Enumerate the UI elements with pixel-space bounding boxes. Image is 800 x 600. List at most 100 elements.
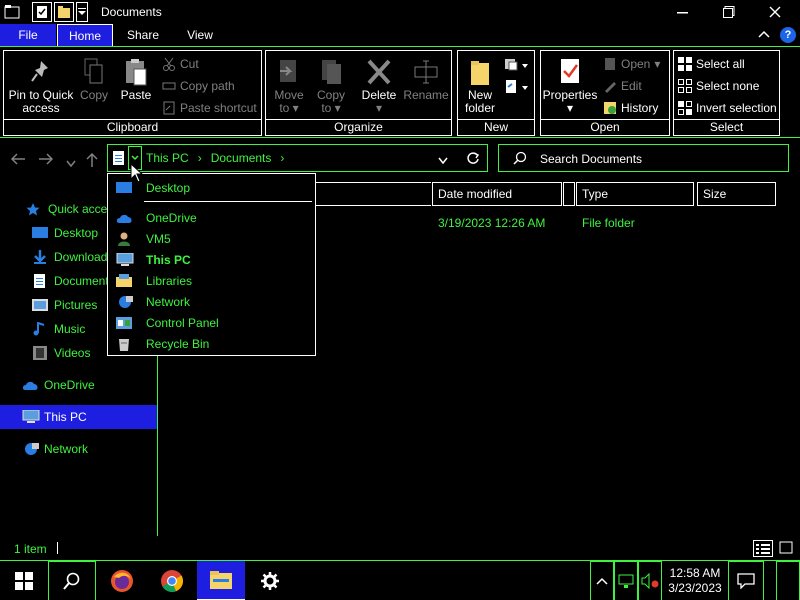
clock[interactable]: 12:58 AM 3/23/2023 [664, 561, 726, 600]
copy-path-button[interactable]: Copy path [162, 79, 235, 93]
copy-to-button[interactable]: Copy to ▾ [311, 57, 351, 115]
dropdown-item-network[interactable]: Network [108, 291, 315, 312]
help-icon[interactable]: ? [780, 27, 796, 43]
windows-logo-icon [15, 572, 33, 590]
paste-icon [123, 57, 149, 87]
customize-qat-icon[interactable] [76, 2, 88, 22]
column-resize-handle[interactable] [563, 182, 575, 206]
copy-button[interactable]: Copy [76, 57, 112, 102]
copy-path-icon [162, 79, 176, 93]
select-all-button[interactable]: Select all [678, 57, 745, 71]
address-dropdown-menu: Desktop OneDrive VM5 This PC Libraries N… [107, 173, 316, 356]
minimize-button[interactable] [660, 0, 706, 24]
paste-shortcut-button[interactable]: Paste shortcut [162, 101, 257, 115]
nav-network[interactable]: Network [0, 438, 157, 460]
search-taskbar-button[interactable] [48, 561, 96, 600]
show-desktop-button[interactable] [776, 561, 800, 600]
properties-dropdown-arrow: ▾ [566, 101, 574, 115]
dropdown-item-this-pc[interactable]: This PC [108, 249, 315, 270]
search-input[interactable]: Search Documents [498, 144, 789, 172]
open-group-label: Open [541, 119, 669, 135]
column-header-size[interactable]: Size [697, 182, 776, 206]
maximize-button[interactable] [706, 0, 752, 24]
pin-icon [28, 57, 54, 87]
recent-locations-icon[interactable] [66, 155, 76, 173]
column-header-date-modified[interactable]: Date modified [432, 182, 562, 206]
address-bar[interactable]: This PC › Documents › [107, 144, 488, 172]
pin-to-quick-access-button[interactable]: Pin to Quick access [6, 57, 76, 115]
history-button[interactable]: History [603, 101, 658, 115]
details-view-icon[interactable] [753, 540, 773, 557]
pictures-icon [32, 298, 48, 312]
dropdown-item-onedrive[interactable]: OneDrive [108, 207, 315, 228]
open-label: Open [621, 57, 651, 71]
rename-button[interactable]: Rename [401, 57, 451, 102]
copy-path-label: Copy path [180, 79, 235, 93]
tab-file[interactable]: File [0, 24, 56, 46]
chrome-taskbar-button[interactable] [148, 561, 196, 600]
paste-shortcut-icon [162, 101, 176, 115]
network-icon [116, 295, 133, 309]
search-icon [513, 151, 527, 168]
item-count: 1 item [14, 542, 47, 556]
open-button[interactable]: Open ▾ [603, 57, 660, 71]
status-divider [57, 542, 58, 554]
nav-onedrive[interactable]: OneDrive [0, 374, 157, 396]
organize-group: Move to ▾ Copy to ▾ Delete ▾ Rename Orga… [265, 50, 452, 136]
close-button[interactable] [752, 0, 798, 24]
select-none-button[interactable]: Select none [678, 79, 759, 93]
invert-selection-button[interactable]: Invert selection [678, 101, 777, 115]
location-icon[interactable] [112, 150, 126, 169]
easy-access-button[interactable] [504, 79, 530, 98]
copy-icon [81, 57, 107, 87]
select-none-label: Select none [696, 79, 760, 93]
new-item-button[interactable] [504, 57, 530, 76]
new-folder-quick-icon[interactable] [54, 2, 74, 22]
large-icons-view-icon[interactable] [777, 540, 797, 557]
delete-button[interactable]: Delete ▾ [357, 57, 401, 115]
dropdown-item-vm5[interactable]: VM5 [108, 228, 315, 249]
up-arrow-icon[interactable] [85, 152, 99, 173]
breadcrumb-separator[interactable]: › [280, 151, 284, 165]
action-center-button[interactable] [728, 561, 764, 600]
dropdown-item-recycle-bin[interactable]: Recycle Bin [108, 333, 315, 354]
tab-home[interactable]: Home [57, 24, 113, 46]
expand-ribbon-icon[interactable] [758, 29, 770, 44]
file-row[interactable]: 3/19/2023 12:26 AM File folder [316, 212, 776, 234]
nav-this-pc[interactable]: This PC [0, 405, 157, 429]
breadcrumb-this-pc[interactable]: This PC [146, 151, 189, 165]
refresh-icon[interactable] [466, 151, 480, 168]
address-history-chevron-icon[interactable] [438, 154, 448, 168]
open-dropdown-arrow: ▾ [654, 57, 661, 71]
properties-button[interactable]: Properties ▾ [541, 57, 599, 115]
volume-tray-button[interactable] [638, 561, 662, 600]
video-film-icon [32, 346, 48, 360]
breadcrumb-documents[interactable]: Documents [211, 151, 272, 165]
dropdown-item-libraries[interactable]: Libraries [108, 270, 315, 291]
properties-quick-icon[interactable] [32, 2, 52, 22]
back-arrow-icon[interactable] [10, 152, 26, 171]
new-folder-button[interactable]: New folder [462, 57, 498, 115]
network-tray-button[interactable] [614, 561, 638, 600]
tab-view[interactable]: View [172, 24, 228, 46]
firefox-taskbar-button[interactable] [98, 561, 146, 600]
nav-downloads-label: Downloads [54, 250, 114, 264]
settings-taskbar-button[interactable] [246, 561, 294, 600]
mouse-cursor-icon [130, 162, 144, 186]
column-header-type[interactable]: Type [576, 182, 694, 206]
document-icon [32, 274, 48, 288]
firefox-icon [111, 570, 133, 592]
dropdown-item-control-panel[interactable]: Control Panel [108, 312, 315, 333]
edit-button[interactable]: Edit [603, 79, 642, 93]
forward-arrow-icon[interactable] [38, 152, 54, 171]
move-to-button[interactable]: Move to ▾ [269, 57, 309, 115]
libraries-icon [116, 273, 132, 288]
cut-button[interactable]: Cut [162, 57, 199, 71]
show-hidden-icons-button[interactable] [590, 561, 614, 600]
column-header-name[interactable] [316, 182, 431, 206]
file-explorer-taskbar-button[interactable] [197, 561, 245, 600]
paste-button[interactable]: Paste [116, 57, 156, 102]
tab-share[interactable]: Share [114, 24, 172, 46]
breadcrumb-separator[interactable]: › [198, 151, 202, 165]
start-button[interactable] [0, 561, 48, 600]
